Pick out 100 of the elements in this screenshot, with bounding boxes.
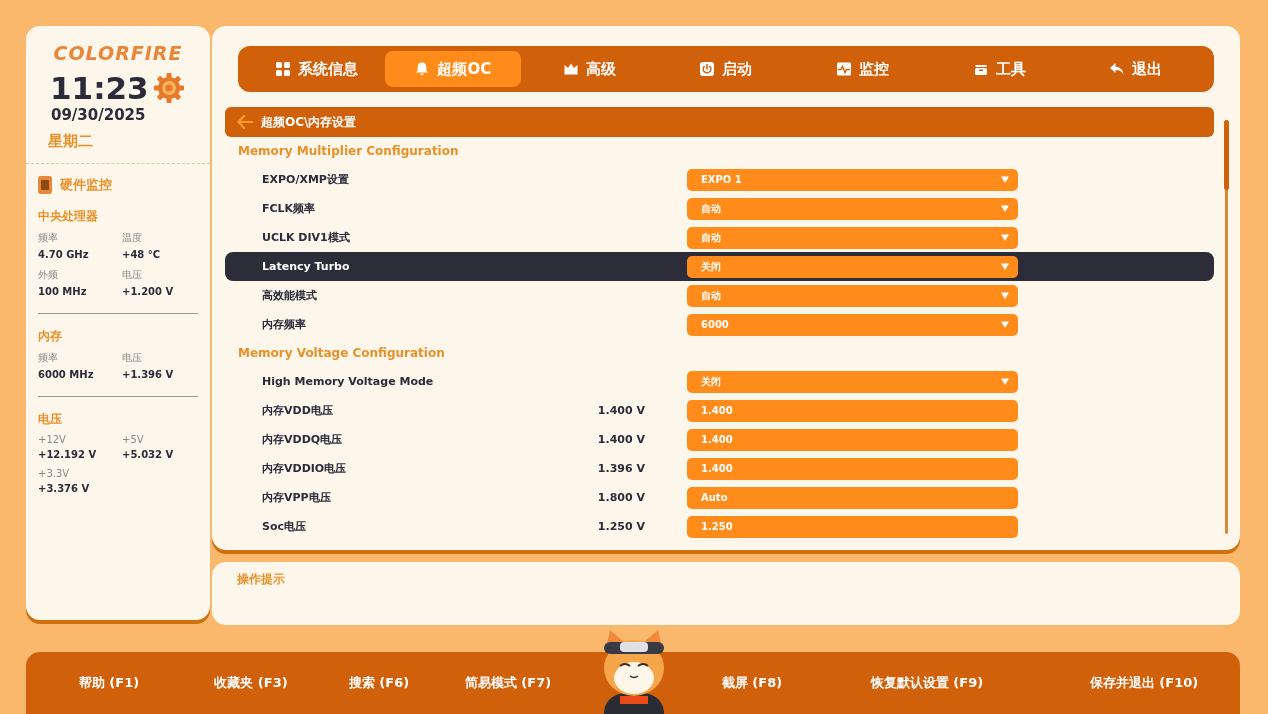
setting-row[interactable]: 内存VDD电压 1.400 V 1.400 <box>225 396 1214 425</box>
setting-label: 内存VDD电压 <box>261 403 334 418</box>
setting-row[interactable]: 内存频率 6000 <box>225 310 1214 339</box>
nav-tab[interactable]: 监控 <box>794 51 931 87</box>
setting-row[interactable]: UCLK DIV1模式 自动 <box>225 223 1214 252</box>
weekday-text: 星期二 <box>47 132 94 151</box>
section-heading: Memory Multiplier Configuration <box>237 143 460 160</box>
setting-label: Soc电压 <box>261 519 307 534</box>
setting-row[interactable]: High Memory Voltage Mode 关闭 <box>225 367 1214 396</box>
setting-label: 内存VPP电压 <box>261 490 332 505</box>
metric-label: 温度 <box>122 231 143 245</box>
metric-value: 4.70 GHz <box>38 249 90 260</box>
date-text: 09/30/2025 <box>50 106 147 124</box>
setting-row[interactable]: 内存VDDQ电压 1.400 V 1.400 <box>225 425 1214 454</box>
metric-label: 外频 <box>38 268 59 282</box>
dropdown[interactable]: EXPO 1 <box>687 168 1018 191</box>
setting-label: High Memory Voltage Mode <box>261 375 435 388</box>
current-reading: 1.400 V <box>596 433 645 446</box>
caret-icon <box>1000 262 1010 271</box>
function-key-button[interactable]: 收藏夹 (F3) <box>210 670 292 696</box>
clock-time: 11:23 <box>50 72 149 104</box>
setting-row[interactable]: EXPO/XMP设置 EXPO 1 <box>225 165 1214 194</box>
metric-value: +48 °C <box>122 249 162 260</box>
pulse-chart-icon <box>836 61 853 77</box>
dropdown[interactable]: 自动 <box>687 197 1018 220</box>
breadcrumb-path: 超频OC\内存设置 <box>261 113 357 131</box>
group-title: 中央处理器 <box>38 208 99 225</box>
dropdown[interactable]: 自动 <box>687 284 1018 307</box>
chip-icon <box>38 176 52 194</box>
metric-value: +1.200 V <box>122 286 175 297</box>
nav-tab[interactable]: 高级 <box>521 51 658 87</box>
metric-label: 电压 <box>122 268 143 282</box>
metric-label: +5V <box>122 434 145 445</box>
metric-label: +12V <box>38 434 67 445</box>
current-reading: 1.400 V <box>596 404 645 417</box>
setting-label: FCLK频率 <box>261 201 317 216</box>
caret-icon <box>1000 320 1010 329</box>
metric-value: +1.396 V <box>122 369 175 380</box>
value-input-field[interactable]: 1.400 <box>687 457 1018 480</box>
function-key-button[interactable]: 保存并退出 (F10) <box>1085 670 1203 696</box>
setting-row[interactable]: Latency Turbo 关闭 <box>225 252 1214 281</box>
function-key-button[interactable]: 帮助 (F1) <box>74 670 144 696</box>
current-reading: 1.800 V <box>596 491 645 504</box>
caret-icon <box>1000 233 1010 242</box>
caret-icon <box>1000 377 1010 386</box>
caret-icon <box>1000 175 1010 184</box>
function-key-button[interactable]: 截屏 (F8) <box>717 670 787 696</box>
nav-tab[interactable]: 启动 <box>657 51 795 87</box>
metric-label: +3.3V <box>38 468 71 479</box>
setting-row[interactable]: 内存VPP电压 1.800 V Auto <box>225 483 1214 512</box>
nav-tab[interactable]: 退出 <box>1067 51 1204 87</box>
brand-logo: COLORFIRE <box>52 42 184 64</box>
setting-row[interactable]: 内存VDDIO电压 1.396 V 1.400 <box>225 454 1214 483</box>
group-title: 电压 <box>38 411 63 428</box>
metric-value: +5.032 V <box>122 449 175 460</box>
dropdown[interactable]: 自动 <box>687 226 1018 249</box>
dropdown[interactable]: 关闭 <box>687 255 1018 278</box>
bell-icon <box>414 61 431 77</box>
setting-row[interactable]: 高效能模式 自动 <box>225 281 1214 310</box>
value-input-field[interactable]: 1.400 <box>687 399 1018 422</box>
nav-tab[interactable]: 工具 <box>930 51 1068 87</box>
metric-value: +3.376 V <box>38 483 91 494</box>
hint-title: 操作提示 <box>237 571 286 588</box>
dropdown[interactable]: 关闭 <box>687 370 1018 393</box>
gear-icon <box>152 72 185 104</box>
section-title: 硬件监控 <box>60 176 112 194</box>
nav-tab[interactable]: 系统信息 <box>248 51 385 87</box>
metric-value: 100 MHz <box>38 286 88 297</box>
setting-label: Latency Turbo <box>261 260 351 273</box>
caret-icon <box>1000 204 1010 213</box>
setting-label: EXPO/XMP设置 <box>261 172 350 187</box>
function-key-button[interactable]: 恢复默认设置 (F9) <box>866 670 988 696</box>
setting-label: 内存频率 <box>261 317 307 332</box>
metric-value: +12.192 V <box>38 449 98 460</box>
crown-icon <box>562 61 579 77</box>
power-icon <box>699 61 716 77</box>
setting-label: 内存VDDQ电压 <box>261 432 344 447</box>
function-key-button[interactable]: 搜索 (F6) <box>344 670 414 696</box>
value-input-field[interactable]: Auto <box>687 486 1018 509</box>
value-input-field[interactable]: 1.250 <box>687 515 1018 538</box>
setting-label: 高效能模式 <box>261 288 318 303</box>
setting-row[interactable]: Soc电压 1.250 V 1.250 <box>225 512 1214 541</box>
setting-label: UCLK DIV1模式 <box>261 230 351 245</box>
group-title: 内存 <box>38 328 63 345</box>
function-key-button[interactable]: 简易模式 (F7) <box>460 670 556 696</box>
metric-label: 电压 <box>122 351 143 365</box>
caret-icon <box>1000 291 1010 300</box>
back-arrow-icon[interactable] <box>237 115 253 129</box>
value-input-field[interactable]: 1.400 <box>687 428 1018 451</box>
metric-value: 6000 MHz <box>38 369 95 380</box>
grid-icon <box>274 61 291 77</box>
scrollbar-thumb[interactable] <box>1224 120 1229 190</box>
nav-tab[interactable]: 超频OC <box>384 51 522 87</box>
setting-row[interactable]: FCLK频率 自动 <box>225 194 1214 223</box>
dropdown[interactable]: 6000 <box>687 313 1018 336</box>
current-reading: 1.250 V <box>596 520 645 533</box>
section-heading: Memory Voltage Configuration <box>237 345 446 362</box>
current-reading: 1.396 V <box>596 462 645 475</box>
setting-label: 内存VDDIO电压 <box>261 461 348 476</box>
metric-label: 频率 <box>38 231 59 245</box>
